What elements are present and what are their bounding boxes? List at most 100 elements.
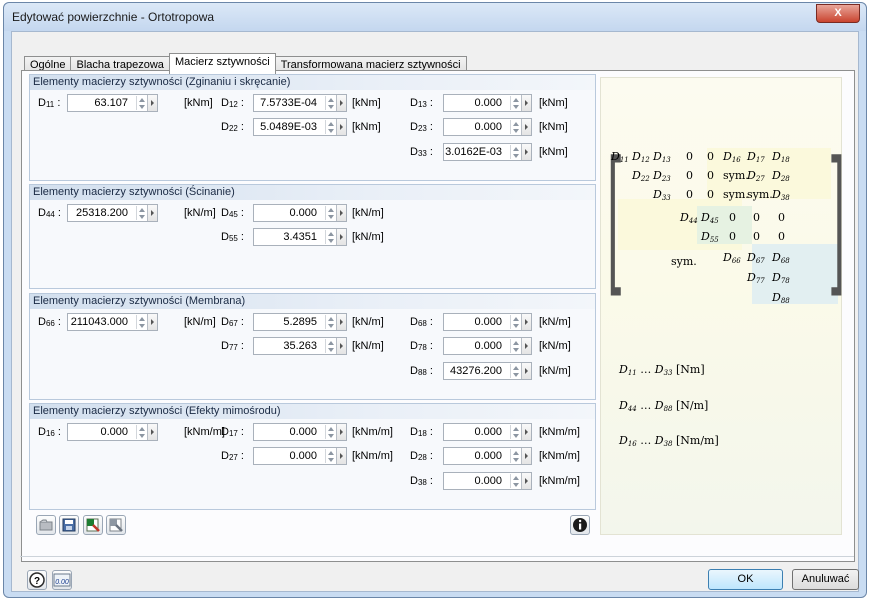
spinner-arrows-icon[interactable] xyxy=(325,339,336,353)
field-d78[interactable]: 0.000 xyxy=(443,337,532,355)
spinner-arrows-icon[interactable] xyxy=(136,315,147,329)
spinner-arrows-icon[interactable] xyxy=(510,474,521,488)
field-d27[interactable]: 0.000 xyxy=(253,447,347,465)
expand-arrow-icon[interactable] xyxy=(336,229,346,245)
expand-arrow-icon[interactable] xyxy=(336,424,346,440)
help-button[interactable]: ? xyxy=(27,570,47,590)
spinner-arrows-icon[interactable] xyxy=(510,315,521,329)
expand-arrow-icon[interactable] xyxy=(521,338,531,354)
expand-arrow-icon[interactable] xyxy=(147,314,157,330)
ok-button[interactable]: OK xyxy=(708,569,783,590)
import-icon xyxy=(109,518,123,532)
value-d17: 0.000 xyxy=(289,426,317,438)
import-button[interactable] xyxy=(106,515,126,535)
spinner-arrows-icon[interactable] xyxy=(325,120,336,134)
spinner-arrows-icon[interactable] xyxy=(510,339,521,353)
spinner-arrows-icon[interactable] xyxy=(510,145,521,159)
expand-arrow-icon[interactable] xyxy=(521,473,531,489)
expand-arrow-icon[interactable] xyxy=(336,338,346,354)
expand-arrow-icon[interactable] xyxy=(336,95,346,111)
spinner-arrows-icon[interactable] xyxy=(510,425,521,439)
spinner-arrows-icon[interactable] xyxy=(136,206,147,220)
legend-eccentric-to: D38 xyxy=(654,434,673,448)
field-d23[interactable]: 0.000 xyxy=(443,118,532,136)
matrix-cell: D23 xyxy=(653,169,671,183)
spinner-arrows-icon[interactable] xyxy=(325,206,336,220)
field-d77[interactable]: 35.263 xyxy=(253,337,347,355)
expand-arrow-icon[interactable] xyxy=(521,119,531,135)
label-d27: D27 : xyxy=(221,450,244,462)
spinner-arrows-icon[interactable] xyxy=(510,120,521,134)
spinner-arrows-icon[interactable] xyxy=(325,96,336,110)
label-d13: D13 : xyxy=(410,97,433,109)
matrix-right-bracket: ] xyxy=(828,130,846,315)
field-d88[interactable]: 43276.200 xyxy=(443,362,532,380)
save-button[interactable] xyxy=(59,515,79,535)
field-d17[interactable]: 0.000 xyxy=(253,423,347,441)
export-excel-button[interactable] xyxy=(83,515,103,535)
matrix-cell: D22 xyxy=(632,169,650,183)
field-d68[interactable]: 0.000 xyxy=(443,313,532,331)
matrix-cell: D55 xyxy=(701,230,719,244)
spinner-arrows-icon[interactable] xyxy=(510,364,521,378)
spinner-arrows-icon[interactable] xyxy=(325,425,336,439)
matrix-cell: 0 xyxy=(729,211,736,224)
spinner-arrows-icon[interactable] xyxy=(510,449,521,463)
close-button[interactable]: X xyxy=(816,4,860,23)
info-button[interactable] xyxy=(570,515,590,535)
matrix-cell: 0 xyxy=(686,150,693,163)
field-d22[interactable]: 5.0489E-03 xyxy=(253,118,347,136)
expand-arrow-icon[interactable] xyxy=(147,95,157,111)
expand-arrow-icon[interactable] xyxy=(521,314,531,330)
open-button[interactable] xyxy=(36,515,56,535)
value-d68: 0.000 xyxy=(474,316,502,328)
field-d55[interactable]: 3.4351 xyxy=(253,228,347,246)
field-d11[interactable]: 63.107 xyxy=(67,94,158,112)
field-d12[interactable]: 7.5733E-04 xyxy=(253,94,347,112)
expand-arrow-icon[interactable] xyxy=(336,448,346,464)
field-d66[interactable]: 211043.000 xyxy=(67,313,158,331)
field-d67[interactable]: 5.2895 xyxy=(253,313,347,331)
units-button[interactable]: 0.00 xyxy=(52,570,72,590)
spinner-arrows-icon[interactable] xyxy=(136,96,147,110)
field-d18[interactable]: 0.000 xyxy=(443,423,532,441)
field-d38[interactable]: 0.000 xyxy=(443,472,532,490)
expand-arrow-icon[interactable] xyxy=(147,205,157,221)
expand-arrow-icon[interactable] xyxy=(521,363,531,379)
tab-stiffness-matrix[interactable]: Macierz sztywności xyxy=(168,53,276,74)
field-d28[interactable]: 0.000 xyxy=(443,447,532,465)
spinner-arrows-icon[interactable] xyxy=(325,230,336,244)
group-eccentric-title: Elementy macierzy sztywności (Efekty mim… xyxy=(30,404,595,419)
expand-arrow-icon[interactable] xyxy=(521,448,531,464)
unit-d16: [kNm/m] xyxy=(184,426,225,438)
expand-arrow-icon[interactable] xyxy=(147,424,157,440)
field-d16[interactable]: 0.000 xyxy=(67,423,158,441)
export-excel-icon xyxy=(86,518,100,532)
unit-d28: [kNm/m] xyxy=(539,450,580,462)
expand-arrow-icon[interactable] xyxy=(521,144,531,160)
legend-membrane-to: D88 xyxy=(654,399,673,413)
spinner-arrows-icon[interactable] xyxy=(325,449,336,463)
legend-bending-unit: [Nm] xyxy=(676,363,705,376)
group-membrane-title: Elementy macierzy sztywności (Membrana) xyxy=(30,294,595,309)
matrix-cell: D12 xyxy=(632,150,650,164)
unit-d44: [kN/m] xyxy=(184,207,216,219)
field-d45[interactable]: 0.000 xyxy=(253,204,347,222)
spinner-arrows-icon[interactable] xyxy=(510,96,521,110)
label-d22: D22 : xyxy=(221,121,244,133)
spinner-arrows-icon[interactable] xyxy=(325,315,336,329)
field-d13[interactable]: 0.000 xyxy=(443,94,532,112)
spinner-arrows-icon[interactable] xyxy=(136,425,147,439)
cancel-button[interactable]: Anuluwać xyxy=(792,569,859,590)
expand-arrow-icon[interactable] xyxy=(336,205,346,221)
expand-arrow-icon[interactable] xyxy=(336,314,346,330)
value-d23: 0.000 xyxy=(474,121,502,133)
unit-d67: [kN/m] xyxy=(352,316,384,328)
expand-arrow-icon[interactable] xyxy=(336,119,346,135)
expand-arrow-icon[interactable] xyxy=(521,424,531,440)
field-d44[interactable]: 25318.200 xyxy=(67,204,158,222)
unit-d18: [kNm/m] xyxy=(539,426,580,438)
field-d33[interactable]: 3.0162E-03 xyxy=(443,143,532,161)
expand-arrow-icon[interactable] xyxy=(521,95,531,111)
matrix-cell: 0 xyxy=(707,169,714,182)
